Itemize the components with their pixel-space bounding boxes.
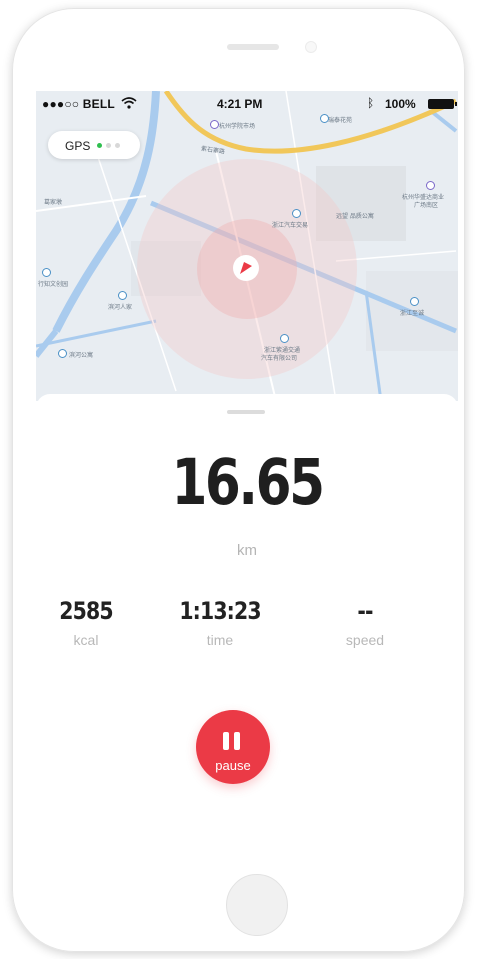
- calories-stat: 2585 kcal: [36, 597, 146, 648]
- map-label: 行知文创园: [38, 281, 69, 288]
- map-poi-icon: [410, 297, 419, 306]
- map-label: 葛家墩: [44, 199, 63, 206]
- map-view[interactable]: 杭州学院市场 瑞泰花苑 紫石寨路 葛家墩 浙江汽车交易 杭州华盛达商业 广场南区…: [36, 91, 458, 401]
- map-label: 瑞泰花苑: [328, 117, 353, 124]
- gps-signal-dot: [97, 143, 102, 148]
- pause-button[interactable]: pause: [196, 710, 270, 784]
- battery-percent: 100%: [385, 97, 416, 111]
- calories-value: 2585: [59, 597, 113, 625]
- distance-value: 16.65: [171, 446, 325, 519]
- bluetooth-icon: ᛒ: [367, 96, 375, 110]
- map-label: 远望 品质公寓: [336, 213, 374, 220]
- time-label: time: [206, 632, 234, 648]
- gps-signal-dot: [115, 143, 120, 148]
- home-button[interactable]: [226, 874, 288, 936]
- map-label: 广场南区: [414, 202, 439, 209]
- map-poi-icon: [426, 181, 435, 190]
- map-poi-icon: [280, 334, 289, 343]
- pause-icon: [223, 732, 243, 752]
- map-poi-icon: [118, 291, 127, 300]
- distance-unit: km: [237, 542, 257, 559]
- gps-label: GPS: [65, 139, 91, 153]
- drag-handle[interactable]: [227, 410, 265, 414]
- map-label: 浙江至诚: [400, 310, 425, 317]
- map-label: 滨河人家: [108, 304, 133, 311]
- gps-indicator: GPS: [48, 131, 140, 159]
- app-screen: 杭州学院市场 瑞泰花苑 紫石寨路 葛家墩 浙江汽车交易 杭州华盛达商业 广场南区…: [36, 91, 458, 843]
- time-value: 1:13:23: [179, 597, 261, 625]
- map-poi-icon: [320, 114, 329, 123]
- wifi-icon: [121, 97, 137, 109]
- location-arrow-icon: [233, 255, 259, 281]
- calories-label: kcal: [73, 632, 99, 648]
- status-time: 4:21 PM: [217, 97, 263, 111]
- map-label: 滨河公寓: [69, 352, 94, 359]
- front-camera: [305, 41, 317, 53]
- time-stat: 1:13:23 time: [160, 597, 280, 648]
- map-poi-icon: [210, 120, 219, 129]
- map-poi-icon: [42, 268, 51, 277]
- workout-panel: 16.65 km 2585 kcal 1:13:23 time -- speed…: [36, 394, 458, 843]
- map-poi-icon: [292, 209, 301, 218]
- status-bar: ●●●○○ BELL 4:21 PM ᛒ 100%: [36, 95, 458, 111]
- pause-label: pause: [215, 758, 251, 773]
- speed-value: --: [357, 597, 373, 625]
- speed-stat: -- speed: [305, 597, 425, 648]
- carrier-label: ●●●○○ BELL: [42, 97, 115, 111]
- speed-label: speed: [345, 632, 385, 648]
- gps-signal-dot: [106, 143, 111, 148]
- battery-icon: [428, 99, 457, 109]
- map-label: 汽车有限公司: [261, 355, 298, 362]
- map-label: 浙江汽车交易: [272, 222, 309, 229]
- speaker-grille: [227, 44, 279, 50]
- map-label: 杭州学院市场: [219, 123, 256, 130]
- map-poi-icon: [58, 349, 67, 358]
